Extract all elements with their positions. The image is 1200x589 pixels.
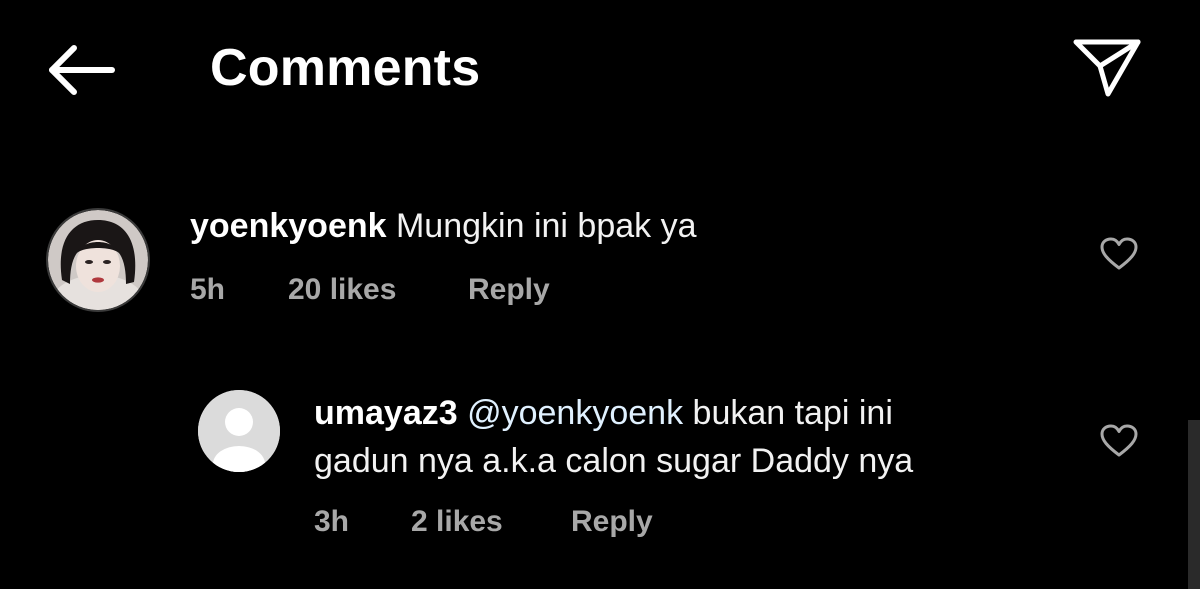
heart-outline-icon <box>1100 424 1138 457</box>
reply-text-line-1: umayaz3 @yoenkyoenk bukan tapi ini <box>314 391 893 435</box>
back-button[interactable] <box>44 40 118 100</box>
heart-outline-icon <box>1100 237 1138 270</box>
scrollbar[interactable] <box>1188 420 1200 589</box>
reply-item: umayaz3 @yoenkyoenk bukan tapi ini gadun… <box>0 385 1200 555</box>
comment-username[interactable]: yoenkyoenk <box>190 207 387 245</box>
paper-plane-icon <box>1073 39 1141 97</box>
header-bar: Comments <box>0 0 1200 140</box>
reply-like-button[interactable] <box>1099 423 1139 459</box>
page-title: Comments <box>210 39 481 97</box>
reply-username[interactable]: umayaz3 <box>314 394 458 432</box>
reply-text-line-2: gadun nya a.k.a calon sugar Daddy nya <box>314 439 913 483</box>
reply-meta: 3h 2 likes Reply <box>314 502 914 542</box>
reply-mention[interactable]: @yoenkyoenk <box>467 394 683 432</box>
comment-time: 5h <box>190 273 226 306</box>
reply-reply-button[interactable]: Reply <box>571 502 653 542</box>
comment-item: yoenkyoenk Mungkin ini bpak ya 5h 20 lik… <box>0 190 1200 330</box>
reply-likes-count[interactable]: 2 likes <box>411 502 503 542</box>
comment-body: Mungkin ini bpak ya <box>395 207 697 245</box>
profile-photo <box>48 210 148 310</box>
comment-like-button[interactable] <box>1099 236 1139 272</box>
reply-body-line-1: bukan tapi ini <box>692 394 893 432</box>
comment-reply-button[interactable]: Reply <box>468 270 550 310</box>
arrow-left-icon <box>49 45 115 95</box>
comment-likes-count[interactable]: 20 likes <box>288 270 396 310</box>
avatar[interactable] <box>46 208 150 312</box>
avatar[interactable] <box>198 390 280 472</box>
comment-text: yoenkyoenk Mungkin ini bpak ya <box>190 204 697 248</box>
share-button[interactable] <box>1070 36 1144 100</box>
reply-body-line-2: gadun nya a.k.a calon sugar Daddy nya <box>314 442 914 480</box>
reply-time: 3h <box>314 505 350 538</box>
comment-meta: 5h 20 likes Reply <box>190 270 790 310</box>
default-avatar-icon <box>198 390 280 472</box>
